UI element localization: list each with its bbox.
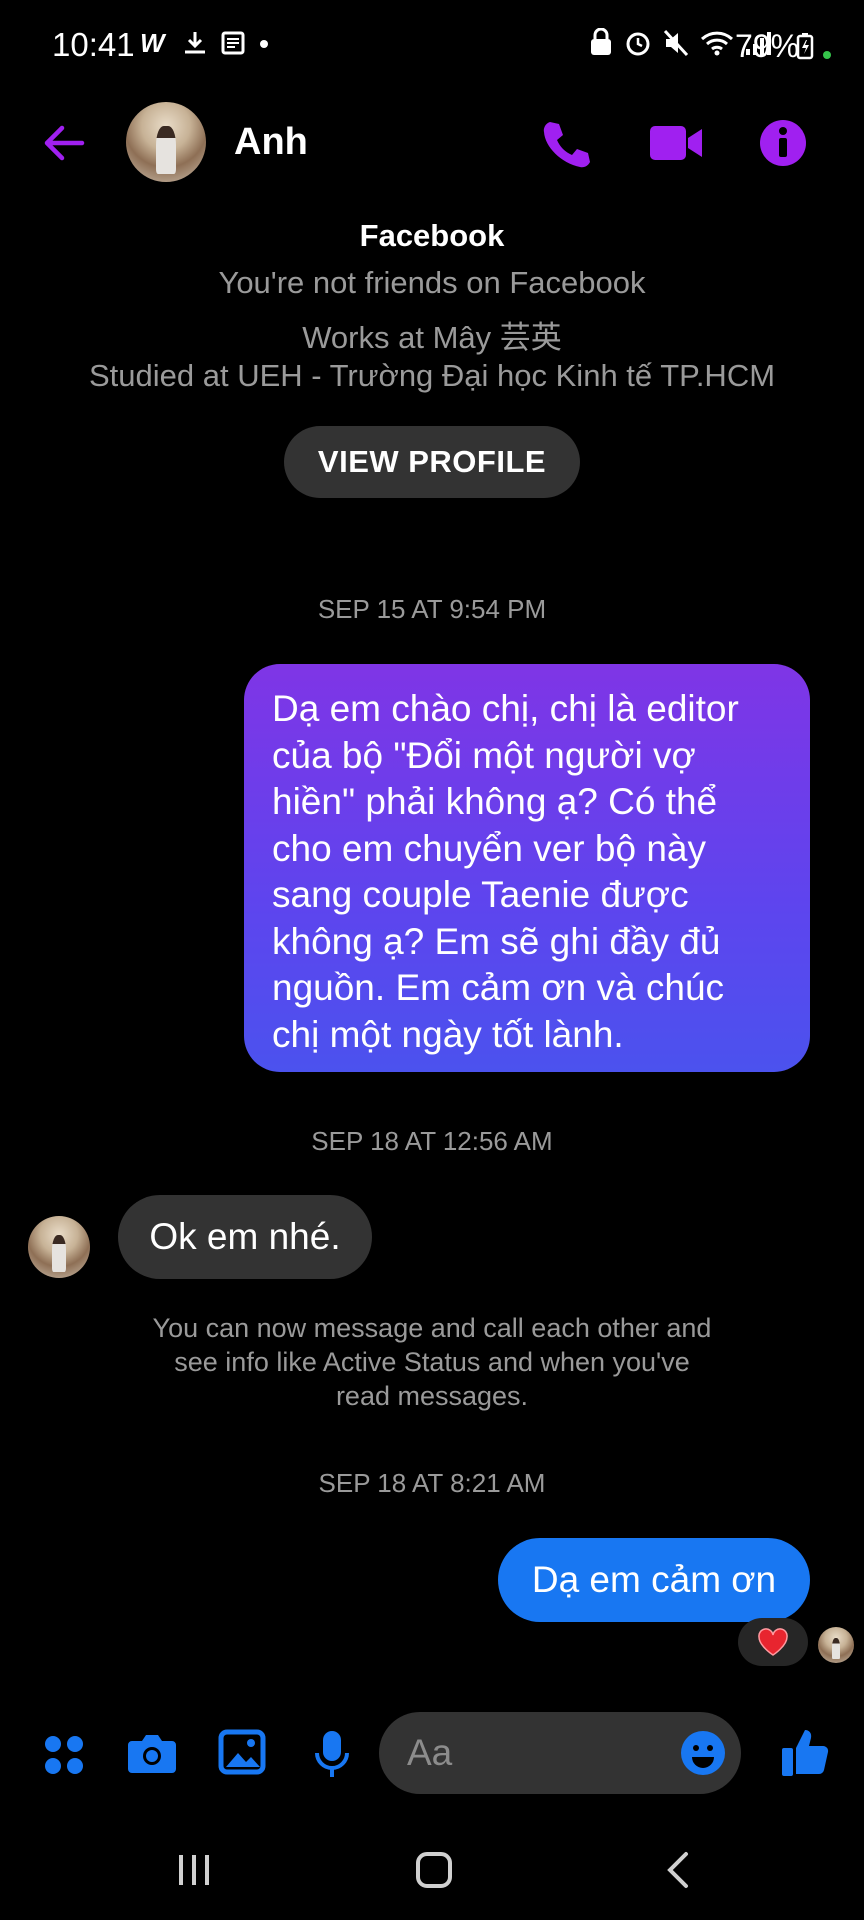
- message-line: Dạ em chào chị, chị là editor: [272, 688, 739, 729]
- heart-icon: [758, 1628, 788, 1656]
- view-profile-button[interactable]: VIEW PROFILE: [284, 426, 580, 498]
- back-arrow-icon[interactable]: [40, 119, 88, 167]
- recent-apps-icon[interactable]: [176, 1852, 212, 1888]
- webtoon-icon: W: [140, 30, 167, 56]
- timestamp: SEP 15 AT 9:54 PM: [317, 594, 547, 624]
- alarm-icon: [626, 32, 650, 56]
- message-line: hiền" phải không ạ? Có thể: [272, 781, 718, 822]
- education-info: Studied at UEH - Trường Đại học Kinh tế …: [88, 358, 776, 393]
- dot-icon: [260, 40, 268, 48]
- reaction-badge[interactable]: [738, 1618, 808, 1666]
- system-notice-line: read messages.: [335, 1381, 529, 1411]
- more-apps-icon[interactable]: [42, 1733, 86, 1777]
- mute-icon: [663, 29, 689, 57]
- notification-icons: W: [140, 30, 270, 56]
- message-line: nguồn. Em cảm ơn và chúc: [272, 967, 725, 1008]
- incoming-message-bubble[interactable]: Ok em nhé.: [118, 1195, 372, 1279]
- system-notice: You can now message and call each other …: [0, 1311, 864, 1413]
- gallery-icon[interactable]: [218, 1729, 266, 1775]
- news-icon: [221, 31, 245, 55]
- info-icon[interactable]: [758, 118, 808, 168]
- active-dot-icon: [823, 51, 831, 59]
- microphone-icon[interactable]: [312, 1729, 352, 1779]
- timestamp: SEP 18 AT 12:56 AM: [311, 1126, 553, 1156]
- home-icon[interactable]: [414, 1850, 454, 1890]
- seen-avatar: [818, 1627, 854, 1663]
- message-line: sang couple Taenie được: [272, 874, 689, 915]
- wifi-icon: [700, 31, 734, 56]
- work-info: Works at Mây 芸英: [302, 320, 562, 355]
- lock-icon: [591, 28, 611, 55]
- message-line: của bộ "Đổi một người vợ: [272, 734, 696, 776]
- message-line: không ạ? Em sẽ ghi đầy đủ: [272, 920, 721, 962]
- message-input[interactable]: Aa: [379, 1712, 741, 1794]
- phone-call-icon[interactable]: [540, 118, 590, 168]
- profile-source-title: Facebook: [359, 218, 505, 253]
- sender-avatar[interactable]: [28, 1216, 90, 1278]
- outgoing-message-bubble[interactable]: Dạ em cảm ơn: [498, 1538, 810, 1622]
- conversation-header: [0, 95, 864, 200]
- camera-icon[interactable]: [126, 1731, 178, 1777]
- system-notice-line: see info like Active Status and when you…: [174, 1347, 690, 1377]
- svg-text:W: W: [140, 30, 167, 56]
- back-icon[interactable]: [664, 1850, 692, 1890]
- battery-level: 79%: [735, 28, 800, 64]
- outgoing-message-bubble[interactable]: Dạ em chào chị, chị là editor của bộ "Đổ…: [244, 664, 810, 1072]
- contact-avatar[interactable]: [126, 102, 206, 182]
- system-notice-line: You can now message and call each other …: [152, 1313, 712, 1343]
- message-line: cho em chuyển ver bộ này: [272, 827, 706, 869]
- video-call-icon[interactable]: [648, 122, 704, 164]
- status-bar: 10:41 W 79%: [0, 0, 864, 95]
- like-thumb-icon[interactable]: [780, 1726, 830, 1778]
- contact-name[interactable]: Anh: [234, 121, 308, 164]
- message-line: chị một ngày tốt lành.: [272, 1013, 624, 1055]
- message-input-placeholder: Aa: [407, 1732, 453, 1773]
- download-icon: [185, 32, 205, 54]
- friends-status: You're not friends on Facebook: [218, 265, 646, 300]
- battery-icon: [796, 33, 814, 60]
- system-navigation-bar: [0, 1820, 864, 1920]
- status-time: 10:41: [52, 26, 135, 63]
- emoji-icon[interactable]: [679, 1729, 727, 1777]
- timestamp: SEP 18 AT 8:21 AM: [318, 1468, 546, 1498]
